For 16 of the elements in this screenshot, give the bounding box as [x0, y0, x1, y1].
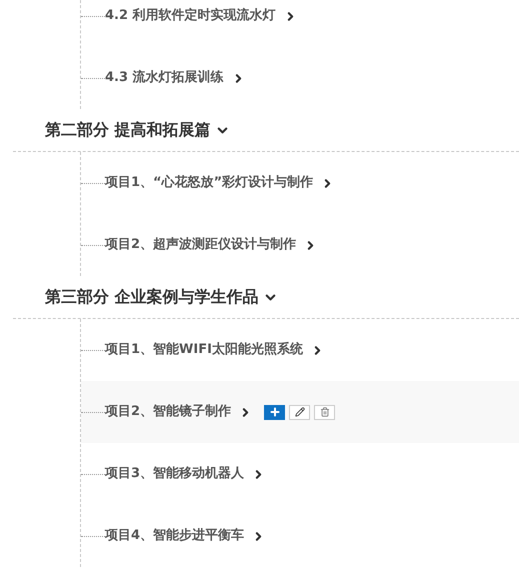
item-link[interactable]: 项目4、智能步进平衡车 [105, 526, 266, 546]
item-link[interactable]: 项目2、超声波测距仪设计与制作 [105, 235, 318, 255]
plus-icon [268, 406, 281, 418]
pencil-icon [294, 407, 305, 417]
item-link[interactable]: 项目1、智能WIFI太阳能光照系统 [105, 340, 324, 360]
section-heading[interactable]: 第二部分 提高和拓展篇 [45, 118, 230, 142]
trash-icon [320, 407, 330, 417]
item-link[interactable]: 项目2、智能镜子制作 [105, 402, 252, 422]
delete-button[interactable] [314, 404, 336, 420]
item-link[interactable]: 4.3 流水灯拓展训练 [105, 68, 245, 88]
item-link[interactable]: 项目3、智能移动机器人 [105, 464, 266, 484]
item-link[interactable]: 4.2 利用软件定时实现流水灯 [105, 6, 297, 26]
section-heading[interactable]: 第三部分 企业案例与学生作品 [45, 285, 278, 309]
item-link[interactable]: 项目1、“心花怒放”彩灯设计与制作 [105, 173, 334, 193]
edit-button[interactable] [289, 404, 310, 420]
add-button[interactable] [264, 404, 286, 420]
